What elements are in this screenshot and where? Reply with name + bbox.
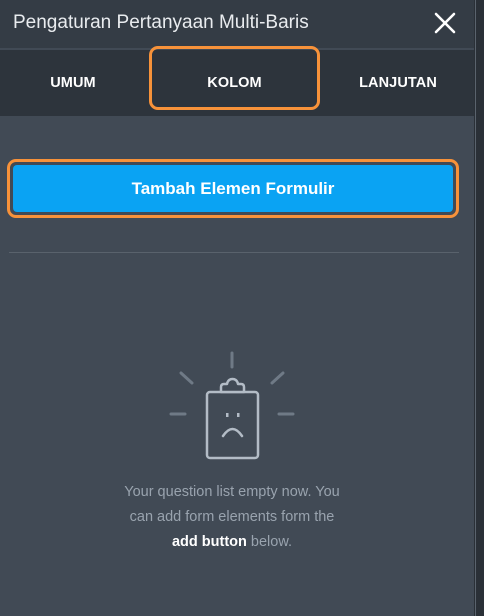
dialog-title: Pengaturan Pertanyaan Multi-Baris	[13, 12, 309, 33]
divider	[9, 252, 459, 253]
tab-umum-label: UMUM	[50, 75, 96, 91]
close-button[interactable]	[430, 8, 460, 38]
tab-umum[interactable]: UMUM	[0, 50, 146, 116]
tab-kolom-highlight	[149, 46, 320, 110]
tab-kolom[interactable]: KOLOM	[149, 46, 320, 116]
empty-message-tail: below.	[246, 534, 293, 550]
empty-message-line-2: can add form elements form the	[129, 509, 335, 525]
empty-state-message: Your question list empty now. You can ad…	[92, 480, 372, 555]
tab-lanjutan-label: LANJUTAN	[359, 75, 437, 91]
empty-clipboard-icon	[162, 345, 302, 465]
right-edge-strip	[474, 0, 484, 616]
multi-row-question-settings-panel: Pengaturan Pertanyaan Multi-Baris UMUM K…	[0, 0, 474, 616]
close-icon	[434, 12, 456, 34]
empty-message-line-1: Your question list empty now. You	[124, 484, 340, 500]
empty-message-line-3: add button below.	[92, 530, 372, 555]
right-edge-line	[475, 0, 476, 616]
add-form-element-button[interactable]: Tambah Elemen Formulir	[13, 165, 453, 212]
tab-lanjutan[interactable]: LANJUTAN	[322, 50, 474, 116]
add-button-reference: add button	[171, 534, 247, 550]
add-button-highlight: Tambah Elemen Formulir	[7, 159, 459, 218]
tab-bar: UMUM KOLOM LANJUTAN	[0, 46, 474, 116]
dialog-header: Pengaturan Pertanyaan Multi-Baris	[0, 0, 474, 48]
